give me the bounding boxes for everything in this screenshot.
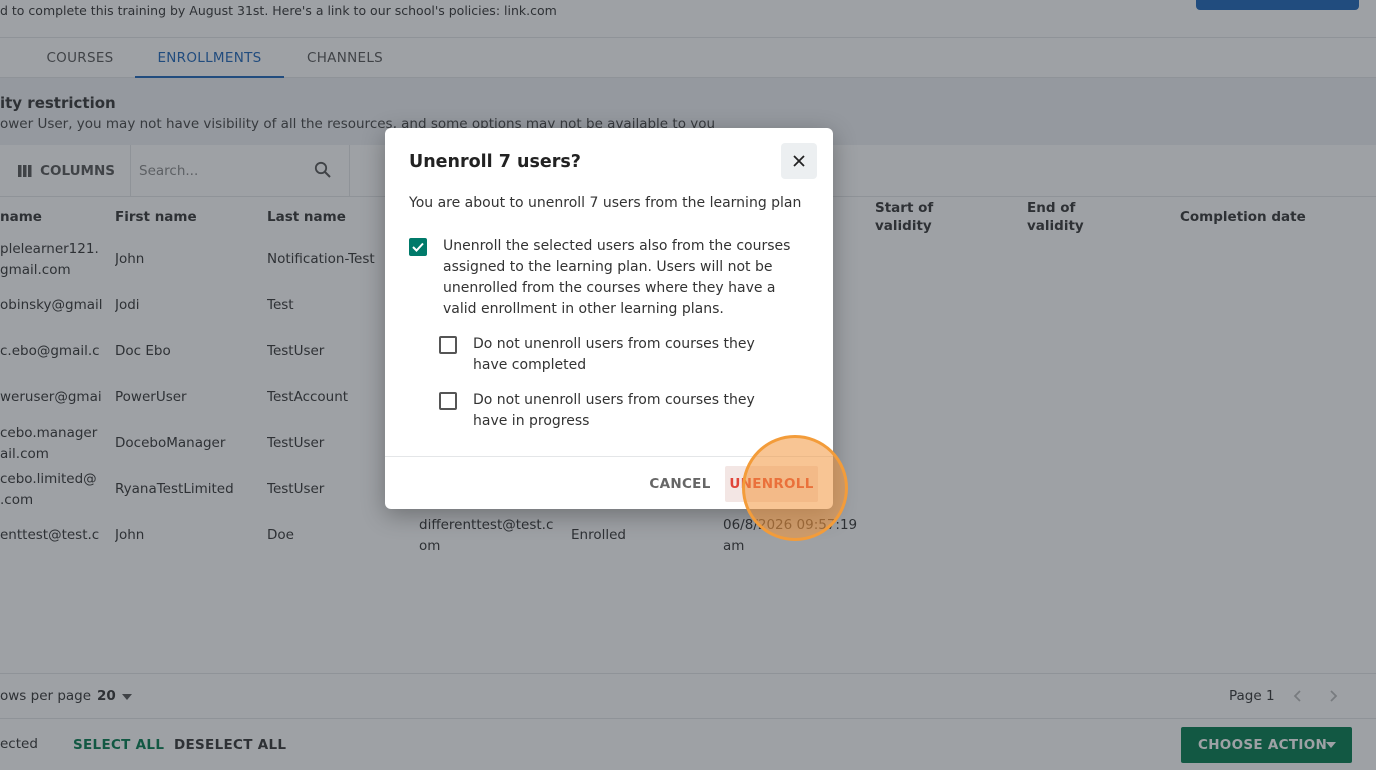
cancel-button[interactable]: CANCEL <box>641 466 719 502</box>
unenroll-courses-checkbox[interactable] <box>409 238 427 256</box>
dialog-title: Unenroll 7 users? <box>409 152 581 172</box>
click-indicator <box>742 435 848 541</box>
page-background: d to complete this training by August 31… <box>0 0 1376 770</box>
skip-in-progress-label: Do not unenroll users from courses they … <box>473 392 755 429</box>
skip-completed-label: Do not unenroll users from courses they … <box>473 336 755 373</box>
close-button[interactable] <box>781 143 817 179</box>
dialog-description: You are about to unenroll 7 users from t… <box>409 195 802 211</box>
skip-in-progress-checkbox[interactable] <box>439 392 457 410</box>
unenroll-courses-label: Unenroll the selected users also from th… <box>443 238 791 317</box>
skip-completed-checkbox[interactable] <box>439 336 457 354</box>
checkmark-icon <box>412 242 424 252</box>
close-icon <box>793 155 805 167</box>
